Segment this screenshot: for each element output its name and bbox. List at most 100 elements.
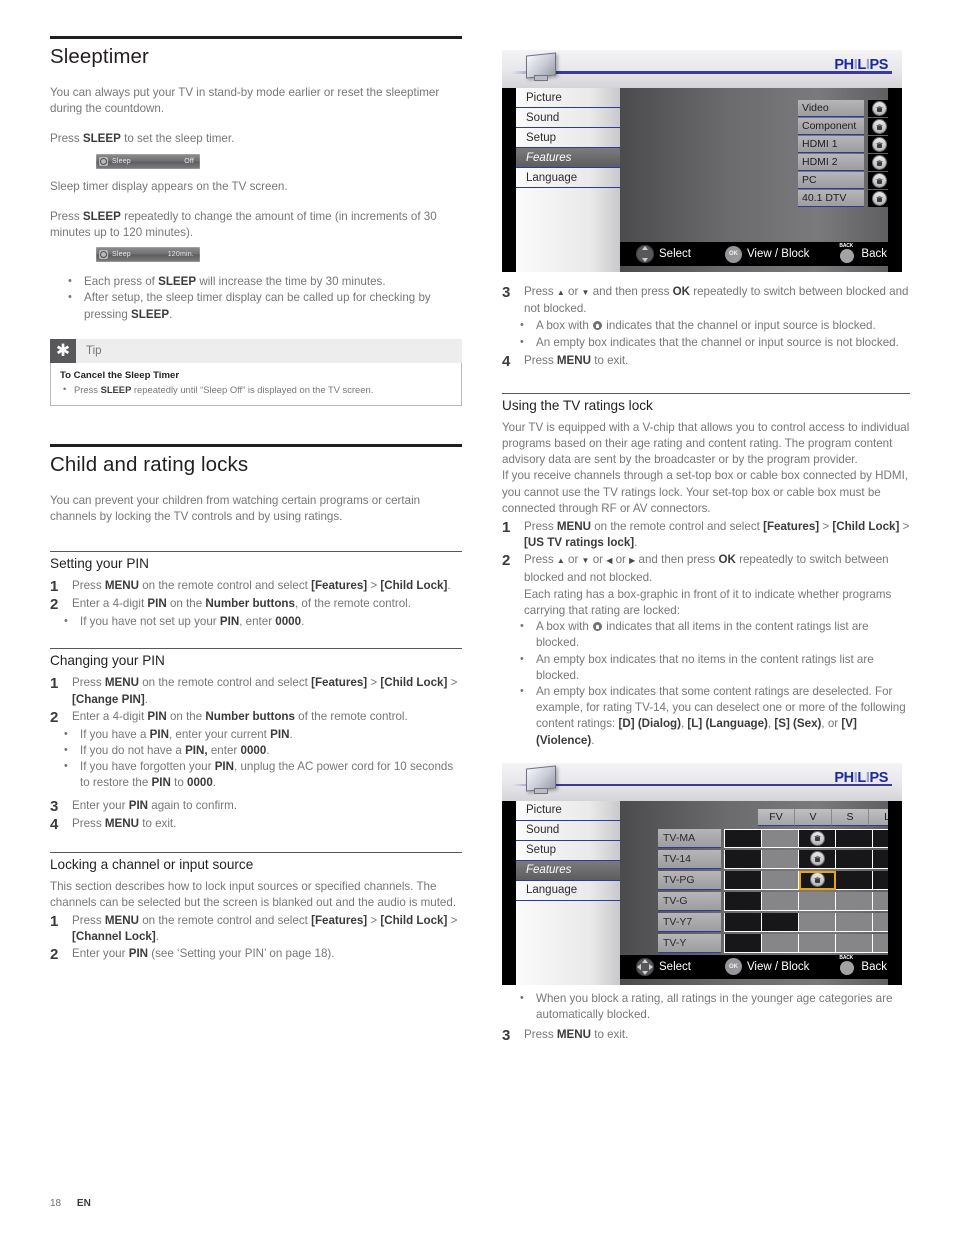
sidebar-item-sound[interactable]: Sound bbox=[516, 821, 620, 841]
step-number: 2 bbox=[502, 552, 511, 570]
rating-cell[interactable] bbox=[762, 828, 799, 848]
tv-icon bbox=[524, 52, 558, 83]
row-label-tv-pg: TV-PG bbox=[658, 870, 721, 890]
list-item: When you block a rating, all ratings in … bbox=[502, 990, 910, 1023]
sidebar-item-setup[interactable]: Setup bbox=[516, 128, 620, 148]
subsection-rule-changing-pin bbox=[50, 648, 462, 650]
ratings-rows: TV-MA TV-14 TV-PG TV-G TV-Y7 TV-Y bbox=[658, 828, 902, 953]
list-item[interactable]: HDMI 2 bbox=[798, 154, 891, 171]
section-rule-child-locks bbox=[50, 443, 462, 447]
step-text: Press MENU to exit. bbox=[524, 1028, 629, 1042]
lock-icon bbox=[873, 156, 886, 169]
sleep-bar-label: Sleep bbox=[112, 251, 131, 259]
sidebar-item-language[interactable]: Language bbox=[516, 881, 620, 901]
list-item[interactable]: PC bbox=[798, 172, 891, 189]
rating-cell[interactable] bbox=[799, 912, 836, 932]
rating-cell[interactable] bbox=[725, 870, 762, 890]
tip-box: ✱ Tip To Cancel the Sleep Timer Press SL… bbox=[50, 338, 462, 406]
osd-menu-sidebar: Picture Sound Setup Features Language bbox=[516, 800, 620, 985]
ok-button-icon: OK bbox=[724, 245, 742, 263]
sidebar-item-picture[interactable]: Picture bbox=[516, 801, 620, 821]
rating-cell[interactable] bbox=[725, 891, 762, 911]
sleeptimer-intro: You can always put your TV in stand-by m… bbox=[50, 86, 440, 116]
step-item: 2 Press or or or and then press OK repea… bbox=[502, 552, 910, 585]
page-title-sleeptimer: Sleeptimer bbox=[50, 45, 149, 68]
list-item[interactable]: Component bbox=[798, 118, 891, 135]
table-row[interactable]: TV-MA bbox=[658, 828, 902, 848]
table-row[interactable]: TV-Y bbox=[658, 933, 902, 953]
subsection-rule-setting-pin bbox=[50, 551, 462, 553]
heading-locking-channel: Locking a channel or input source bbox=[50, 856, 254, 872]
list-item: After setup, the sleep timer display can… bbox=[50, 289, 462, 322]
osd-screenshot-ratings: PHILIPS Picture Sound Setup Features Lan… bbox=[502, 762, 902, 985]
lock-icon bbox=[810, 831, 824, 845]
sidebar-item-sound[interactable]: Sound bbox=[516, 108, 620, 128]
rating-cell[interactable] bbox=[725, 849, 762, 869]
rating-cell[interactable] bbox=[836, 891, 873, 911]
source-label: HDMI 2 bbox=[798, 154, 864, 171]
command-back[interactable]: BACK Back bbox=[839, 955, 887, 976]
step-number: 3 bbox=[502, 284, 511, 301]
tv-ratings-para-2: If you receive channels through a set-to… bbox=[502, 469, 909, 515]
sidebar-item-features[interactable]: Features bbox=[516, 148, 620, 168]
heading-changing-your-pin: Changing your PIN bbox=[50, 653, 165, 669]
back-button-icon: BACK bbox=[839, 955, 856, 976]
list-item[interactable]: Video bbox=[798, 100, 891, 117]
rating-cell[interactable] bbox=[799, 891, 836, 911]
step-number: 1 bbox=[50, 913, 59, 931]
rating-cell[interactable] bbox=[762, 849, 799, 869]
rating-cell[interactable] bbox=[836, 828, 873, 848]
sleep-osd-bar-120: Sleep 120min. bbox=[96, 247, 200, 263]
back-badge: BACK bbox=[839, 242, 854, 249]
table-row[interactable]: TV-Y7 bbox=[658, 912, 902, 932]
tip-label-box: Tip bbox=[76, 338, 462, 363]
table-row[interactable]: TV-PG bbox=[658, 870, 902, 890]
sidebar-item-language[interactable]: Language bbox=[516, 168, 620, 188]
rating-cell[interactable] bbox=[836, 849, 873, 869]
rating-cell[interactable] bbox=[836, 933, 873, 953]
left-column: Sleeptimer You can always put your TV in… bbox=[50, 36, 462, 964]
rating-cell[interactable] bbox=[762, 891, 799, 911]
tip-bullet: Press SLEEP repeatedly until “Sleep Off”… bbox=[60, 382, 452, 396]
rating-cell[interactable] bbox=[836, 912, 873, 932]
command-back[interactable]: BACK Back bbox=[839, 242, 887, 263]
command-select[interactable]: Select bbox=[636, 957, 691, 976]
list-item[interactable]: HDMI 1 bbox=[798, 136, 891, 153]
lock-icon bbox=[593, 622, 603, 632]
rating-cell[interactable] bbox=[725, 828, 762, 848]
list-item: An empty box indicates that the channel … bbox=[502, 334, 910, 351]
rating-cell-locked[interactable] bbox=[799, 828, 836, 848]
sleeptimer-bullets: Each press of SLEEP will increase the ti… bbox=[50, 273, 462, 323]
table-row[interactable]: TV-14 bbox=[658, 849, 902, 869]
step-text: Enter a 4-digit PIN on the Number button… bbox=[72, 597, 411, 611]
command-view-block[interactable]: OK View / Block bbox=[724, 245, 809, 263]
step-item: 2 Enter a 4-digit PIN on the Number butt… bbox=[50, 596, 462, 613]
step-number: 2 bbox=[50, 596, 59, 614]
lock-icon bbox=[810, 873, 824, 887]
rating-cell[interactable] bbox=[762, 912, 799, 932]
step-item: 4 Press MENU to exit. bbox=[502, 353, 910, 370]
step-number: 1 bbox=[50, 578, 59, 596]
table-row[interactable]: TV-G bbox=[658, 891, 902, 911]
rating-cell[interactable] bbox=[725, 933, 762, 953]
locking-channel-intro: This section describes how to lock input… bbox=[50, 879, 457, 909]
rating-cell[interactable] bbox=[725, 912, 762, 932]
list-item[interactable]: 40.1 DTV bbox=[798, 190, 891, 207]
rating-cell[interactable] bbox=[836, 870, 873, 890]
tv-ratings-bullets: A box with indicates that all items in t… bbox=[502, 618, 910, 749]
sleep-display-line: Sleep timer display appears on the TV sc… bbox=[50, 179, 288, 193]
section-rule-top bbox=[50, 36, 462, 39]
rating-cell[interactable] bbox=[799, 933, 836, 953]
back-button-icon: BACK bbox=[839, 242, 856, 263]
rating-cell-locked[interactable] bbox=[799, 849, 836, 869]
sidebar-item-picture[interactable]: Picture bbox=[516, 88, 620, 108]
rating-cell[interactable] bbox=[762, 870, 799, 890]
sidebar-item-features[interactable]: Features bbox=[516, 860, 620, 881]
rating-cell[interactable] bbox=[762, 933, 799, 953]
column-header-fv: FV bbox=[758, 808, 795, 826]
philips-logo: PHILIPS bbox=[834, 57, 888, 73]
command-select[interactable]: Select bbox=[636, 245, 691, 263]
command-view-block[interactable]: OK View / Block bbox=[724, 958, 809, 976]
sidebar-item-setup[interactable]: Setup bbox=[516, 841, 620, 861]
rating-cell-selected[interactable] bbox=[799, 870, 836, 890]
